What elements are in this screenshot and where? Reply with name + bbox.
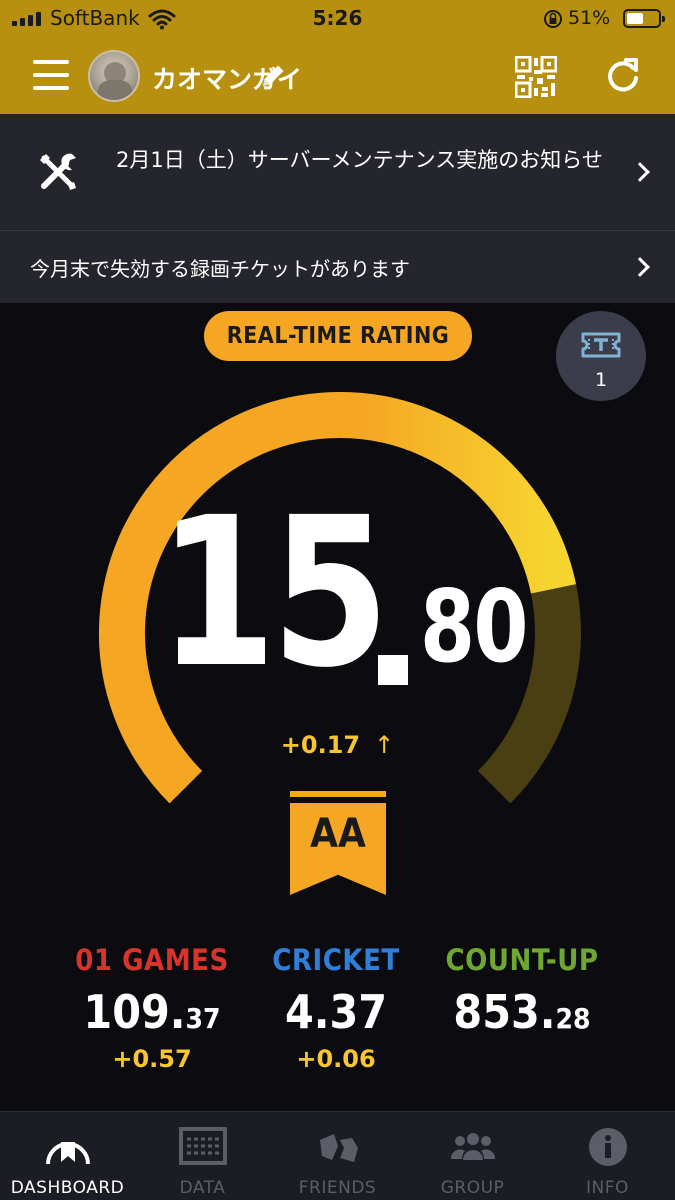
status-bar: SoftBank 5:26 51% (0, 0, 675, 40)
nav-data[interactable]: DATA (135, 1112, 270, 1200)
battery-icon (623, 9, 665, 28)
maintenance-notice[interactable]: 2月1日（土）サーバーメンテナンス実施のお知らせ (0, 114, 675, 230)
rating-delta: +0.17 ↑ (0, 731, 675, 759)
stat-delta: +0.06 (296, 1045, 376, 1073)
notice-text: 今月末で失効する録画チケットがあります (30, 257, 410, 281)
stat-count-up[interactable]: COUNT-UP 853.28 (422, 943, 622, 1075)
nav-label: FRIENDS (298, 1178, 377, 1198)
ticket-icon (581, 332, 621, 358)
rating-delta-value: +0.17 (280, 731, 361, 759)
nav-label: INFO (586, 1178, 629, 1198)
stat-title: CRICKET (272, 943, 400, 977)
avatar[interactable] (88, 50, 140, 102)
refresh-icon[interactable] (604, 56, 642, 96)
rating-panel: REAL-TIME RATING 1 15 80 +0.17 ↑ AA 01 G… (0, 303, 675, 1111)
stat-cricket[interactable]: CRICKET 4.37 +0.06 (236, 943, 436, 1075)
stat-delta: +0.57 (112, 1045, 192, 1073)
dashboard-icon (46, 1142, 90, 1165)
bottom-nav: DASHBOARD DATA FRIENDS GROUP INFO (0, 1111, 675, 1200)
nav-group[interactable]: GROUP (405, 1112, 540, 1200)
rating-decimal: 80 (420, 568, 528, 685)
notice-text: 2月1日（土）サーバーメンテナンス実施のお知らせ (116, 148, 603, 172)
rating-integer: 15 (158, 473, 390, 713)
nav-dashboard[interactable]: DASHBOARD (0, 1112, 135, 1200)
edit-icon[interactable] (258, 61, 288, 91)
chevron-right-icon (630, 162, 650, 182)
menu-icon[interactable] (33, 60, 69, 90)
nav-label: DATA (179, 1178, 226, 1198)
rank-label: AA (310, 811, 366, 857)
stat-value: 853.28 (453, 985, 591, 1039)
nav-friends[interactable]: FRIENDS (270, 1112, 405, 1200)
ticket-expiry-notice[interactable]: 今月末で失効する録画チケットがあります (0, 231, 675, 303)
rating-title: REAL-TIME RATING (204, 311, 472, 361)
stat-value: 109.37 (83, 985, 221, 1039)
wrench-icon (40, 153, 76, 190)
nav-label: GROUP (440, 1178, 505, 1198)
rank-badge: AA (290, 791, 386, 895)
rating-value: 15 80 (150, 483, 550, 723)
stat-title: COUNT-UP (445, 943, 599, 977)
stat-title: 01 GAMES (75, 943, 229, 977)
rotation-lock-icon (544, 10, 562, 28)
friends-icon (320, 1134, 358, 1162)
arrow-up-icon: ↑ (374, 731, 395, 759)
group-icon (450, 1133, 496, 1160)
rating-decimal-point (378, 655, 408, 685)
app-header: カオマンガイ (0, 40, 675, 114)
nav-label: DASHBOARD (10, 1178, 125, 1198)
chevron-right-icon (630, 257, 650, 277)
data-icon (179, 1127, 227, 1165)
qr-code-icon[interactable] (515, 56, 557, 98)
nav-info[interactable]: INFO (540, 1112, 675, 1200)
info-icon (589, 1128, 627, 1166)
stat-value: 4.37 (284, 985, 388, 1039)
stat-01-games[interactable]: 01 GAMES 109.37 +0.57 (52, 943, 252, 1075)
battery-percent: 51% (568, 7, 611, 29)
stat-delta (422, 1045, 622, 1075)
